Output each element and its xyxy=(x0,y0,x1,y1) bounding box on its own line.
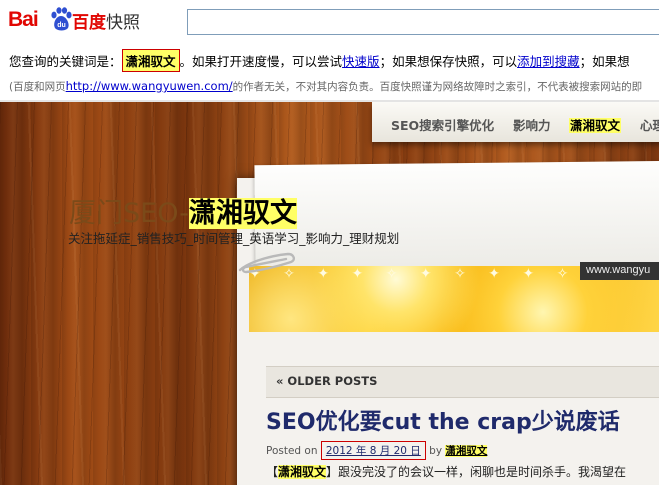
snapshot-header: Bai du 百度快照 您查询的关键词是： 潇湘驭文 。如果打开速度慢，可以尝试快速… xyxy=(0,0,659,102)
logo-baidu-text: 百度 xyxy=(72,13,106,33)
excerpt-keyword: 潇湘驭文 xyxy=(278,465,327,479)
source-url-link[interactable]: http://www.wangyuwen.com/ xyxy=(66,79,233,93)
nav-item-psychology[interactable]: 心理 xyxy=(640,115,659,134)
older-posts-bar[interactable]: « OLDER POSTS xyxy=(266,366,659,398)
older-posts-link[interactable]: « OLDER POSTS xyxy=(276,374,377,388)
notice-middle2: ；如果想保存快照，可以 xyxy=(379,54,518,69)
post-meta-by: by xyxy=(429,445,443,457)
fast-version-link[interactable]: 快速版 xyxy=(342,54,380,69)
nav-item-label: 心理 xyxy=(640,118,659,133)
post-meta-prefix: Posted on xyxy=(266,445,318,457)
cached-page: SEO搜索引擎优化 影响力 潇湘驭文 心理 厦门SEO-潇湘驭文 关注拖延症_销… xyxy=(0,102,659,485)
nav-item-influence[interactable]: 影响力 xyxy=(513,115,551,134)
nav-item-xiaoxiang[interactable]: 潇湘驭文 xyxy=(569,115,622,134)
site-title-name: 潇湘驭文 xyxy=(188,198,297,229)
logo-paw-text: du xyxy=(57,22,66,29)
site-title-prefix: 厦门SEO- xyxy=(69,198,189,229)
notice-middle: 。如果打开速度慢，可以尝试 xyxy=(179,54,343,69)
disclaimer-tail: 的作者无关，不对其内容负责。百度快照谨为网络故障时之索引，不代表被搜索网站的即 xyxy=(232,81,643,93)
notice-prefix: 您查询的关键词是： xyxy=(9,54,122,69)
title-paper xyxy=(254,160,659,274)
post-meta: Posted on 2012 年 8 月 20 日 by 潇湘驭文 xyxy=(266,441,488,460)
post-excerpt: 【潇湘驭文】跟没完没了的会议一样，闲聊也是时间杀手。我渴望在 xyxy=(266,463,626,480)
banner-url-tag: www.wangyu xyxy=(580,262,659,280)
notice-tail: ；如果想 xyxy=(579,54,630,69)
paperclip-icon xyxy=(238,252,296,274)
excerpt-open: 【 xyxy=(266,465,279,479)
add-to-favorites-link[interactable]: 添加到搜藏 xyxy=(517,54,580,69)
snapshot-notice: 您查询的关键词是： 潇湘驭文 。如果打开速度慢，可以尝试快速版；如果想保存快照，可以… xyxy=(9,49,659,72)
disclaimer-prefix: (百度和网页 xyxy=(9,81,66,93)
site-tagline: 关注拖延症_销售技巧_时间管理_英语学习_影响力_理财规划 xyxy=(68,231,400,246)
nav-item-label: SEO搜索引擎优化 xyxy=(391,118,495,133)
search-input[interactable] xyxy=(187,9,659,35)
logo-chinese: 百度快照 xyxy=(72,8,140,33)
snapshot-disclaimer: (百度和网页http://www.wangyuwen.com/的作者无关，不对其… xyxy=(9,79,659,94)
logo-latin: Bai xyxy=(8,8,39,31)
site-title[interactable]: 厦门SEO-潇湘驭文 xyxy=(69,191,297,230)
post-title[interactable]: SEO优化要cut the crap少说废话 xyxy=(266,404,620,436)
nav-item-label: 潇湘驭文 xyxy=(569,118,622,133)
nav-item-seo[interactable]: SEO搜索引擎优化 xyxy=(391,115,494,134)
baidu-paw-icon: du xyxy=(51,7,72,31)
post-date-link[interactable]: 2012 年 8 月 20 日 xyxy=(320,441,426,460)
post-author-link[interactable]: 潇湘驭文 xyxy=(445,445,488,457)
logo-product-text: 快照 xyxy=(106,13,140,33)
site-nav: SEO搜索引擎优化 影响力 潇湘驭文 心理 xyxy=(372,102,659,142)
nav-item-label: 影响力 xyxy=(513,118,551,133)
query-keyword-badge: 潇湘驭文 xyxy=(121,49,180,72)
excerpt-text: 】跟没完没了的会议一样，闲聊也是时间杀手。我渴望在 xyxy=(326,465,627,479)
